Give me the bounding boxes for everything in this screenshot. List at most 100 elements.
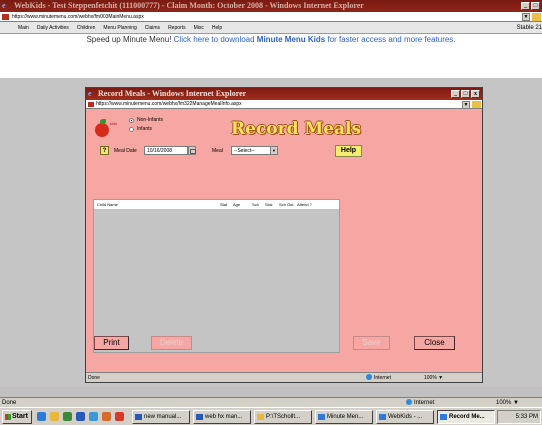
- close-button[interactable]: x: [471, 90, 480, 98]
- popup-title: Record Meals - Windows Internet Explorer: [98, 89, 247, 98]
- quicklaunch-excel-icon[interactable]: [63, 412, 72, 421]
- col-sch: Sch: [252, 202, 259, 207]
- ie-icon: [318, 414, 325, 420]
- main-window-titlebar: e WebKids - Test Steppenfetchit (1110007…: [0, 0, 542, 12]
- radio-infants-label: Infants: [137, 126, 153, 132]
- task-record-meals[interactable]: Record Me...: [437, 410, 495, 424]
- speed-up-banner: Speed up Minute Menu! Click here to down…: [0, 34, 542, 78]
- page-icon: [2, 14, 9, 20]
- download-link[interactable]: Click here to download Minute Menu Kids …: [174, 35, 456, 44]
- quicklaunch-media-icon[interactable]: [115, 412, 124, 421]
- grid-header: Child Name Stat Age Sch Sick Sch Out Att…: [94, 200, 339, 209]
- popup-titlebar: e Record Meals - Windows Internet Explor…: [86, 88, 482, 100]
- radio-non-infants-label: Non-Infants: [137, 117, 163, 123]
- delete-button[interactable]: Delete: [151, 336, 192, 350]
- meal-select[interactable]: --Select-- ▼: [231, 146, 278, 155]
- main-window-title: WebKids - Test Steppenfetchit (111000777…: [14, 1, 364, 10]
- calendar-icon[interactable]: [188, 146, 196, 155]
- main-address-url: https://www.minutemenu.com/webhx/fm003Ma…: [12, 14, 144, 20]
- main-status-text: Done: [2, 400, 17, 406]
- radio-non-infants-button[interactable]: [129, 117, 134, 123]
- save-button[interactable]: Save: [353, 336, 390, 350]
- maximize-button[interactable]: □: [531, 2, 540, 10]
- quicklaunch-app-icon[interactable]: [102, 412, 111, 421]
- menu-item-daily-activities[interactable]: Daily Activities: [37, 25, 69, 31]
- menu-item-reports[interactable]: Reports: [168, 25, 186, 31]
- task-web-hx-man[interactable]: web hx man...: [193, 410, 251, 424]
- minimize-button[interactable]: _: [451, 90, 460, 98]
- col-sick: Sick: [265, 202, 273, 207]
- task-webkids[interactable]: WebKids - ...: [376, 410, 434, 424]
- stable-label: Stable 21: [516, 25, 542, 31]
- radio-infants[interactable]: Infants: [129, 126, 152, 132]
- task-new-manual[interactable]: new manual...: [132, 410, 190, 424]
- meal-date-label: Meal Date: [114, 148, 137, 154]
- quicklaunch-ie-icon[interactable]: [37, 412, 46, 421]
- brand-text: kids: [110, 121, 118, 126]
- menu-bar: Main Daily Activities Children Menu Plan…: [0, 22, 542, 34]
- folder-icon: [257, 414, 264, 420]
- word-icon: [135, 414, 142, 420]
- meal-label: Meal: [212, 148, 223, 154]
- quicklaunch-desktop-icon[interactable]: [89, 412, 98, 421]
- menu-item-main[interactable]: Main: [18, 25, 29, 31]
- globe-icon: [366, 374, 372, 380]
- address-dropdown-icon[interactable]: ▼: [522, 13, 530, 21]
- ie-icon: e: [88, 89, 92, 98]
- lock-icon: [532, 13, 541, 21]
- taskbar: Start new manual... web hx man... P:\TSc…: [0, 407, 542, 425]
- meal-date-field[interactable]: 10/16/2008: [144, 146, 188, 155]
- main-window-controls: _ □: [521, 2, 540, 10]
- ie-icon: e: [2, 1, 6, 10]
- page-title: Record Meals: [231, 119, 362, 139]
- question-icon[interactable]: ?: [100, 146, 109, 155]
- task-minute-menu[interactable]: Minute Men...: [315, 410, 373, 424]
- popup-address-bar[interactable]: https://www.minutemenu.com/webhx/fm322Ma…: [86, 100, 482, 109]
- main-status-bar: Done Internet 100% ▼: [0, 397, 542, 407]
- main-address-bar[interactable]: https://www.minutemenu.com/webhx/fm003Ma…: [0, 12, 542, 22]
- popup-status-bar: Done Internet 100% ▼: [86, 372, 482, 382]
- chevron-down-icon: ▼: [270, 147, 277, 154]
- lock-icon: [472, 101, 481, 108]
- col-child-name: Child Name: [97, 202, 118, 207]
- menu-item-children[interactable]: Children: [77, 25, 96, 31]
- radio-non-infants[interactable]: Non-Infants: [129, 117, 163, 123]
- menu-item-misc[interactable]: Misc: [194, 25, 204, 31]
- page-icon: [88, 102, 94, 107]
- popup-status-text: Done: [88, 375, 100, 381]
- col-attend: Attend ?: [297, 202, 312, 207]
- banner-text: Speed up Minute Menu!: [86, 35, 174, 44]
- ie-icon: [379, 414, 386, 420]
- children-grid: Child Name Stat Age Sch Sick Sch Out Att…: [93, 199, 340, 353]
- meal-select-value: --Select--: [234, 148, 255, 154]
- record-meals-window: e Record Meals - Windows Internet Explor…: [85, 87, 483, 383]
- kids-logo: kids: [94, 117, 118, 141]
- menu-item-claims[interactable]: Claims: [145, 25, 160, 31]
- apple-icon: [95, 123, 109, 137]
- menu-item-help[interactable]: Help: [212, 25, 222, 31]
- print-button[interactable]: Print: [94, 336, 129, 350]
- maximize-button[interactable]: □: [461, 90, 470, 98]
- globe-icon: [406, 399, 412, 405]
- popup-address-url: https://www.minutemenu.com/webhx/fm322Ma…: [96, 101, 242, 107]
- quicklaunch-word-icon[interactable]: [76, 412, 85, 421]
- word-icon: [196, 414, 203, 420]
- popup-window-controls: _ □ x: [451, 90, 480, 98]
- col-stat: Stat: [220, 202, 228, 207]
- start-button[interactable]: Start: [2, 410, 32, 424]
- clock: 5:33 PM: [497, 410, 541, 424]
- radio-infants-button[interactable]: [129, 126, 134, 132]
- popup-body: kids Non-Infants Infants Record Meals ? …: [86, 109, 482, 372]
- task-folder[interactable]: P:\TSchollt...: [254, 410, 312, 424]
- address-dropdown-icon[interactable]: ▼: [462, 101, 470, 108]
- close-button[interactable]: Close: [414, 336, 455, 350]
- quicklaunch-folder-icon[interactable]: [50, 412, 59, 421]
- help-button[interactable]: Help: [335, 145, 362, 157]
- popup-zoom[interactable]: 100% ▼: [424, 373, 443, 383]
- col-age: Age: [233, 202, 241, 207]
- minimize-button[interactable]: _: [521, 2, 530, 10]
- popup-status-zone: Internet: [366, 373, 391, 383]
- leaf-icon: [100, 119, 106, 124]
- menu-item-menu-planning[interactable]: Menu Planning: [103, 25, 136, 31]
- col-sch-out: Sch Out: [279, 202, 294, 207]
